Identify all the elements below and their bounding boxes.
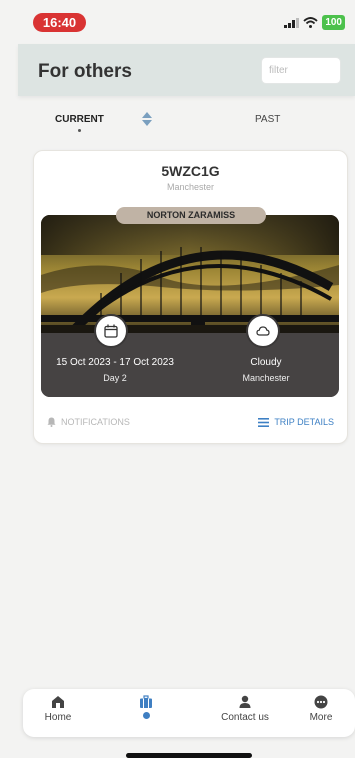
- weather-badge: [246, 314, 280, 348]
- tab-current[interactable]: CURRENT: [55, 114, 104, 125]
- nav-contact-us[interactable]: Contact us: [207, 695, 283, 723]
- status-time: 16:40: [33, 13, 86, 32]
- notifications-label: NOTIFICATIONS: [61, 417, 130, 427]
- page-header: For others: [18, 44, 355, 96]
- trip-card[interactable]: 5WZC1G Manchester NORTON ZARAMISS 15 Oct…: [33, 150, 348, 444]
- active-tab-indicator: [78, 129, 81, 132]
- bottom-navigation: Home Contact us More: [23, 689, 355, 737]
- sort-icon[interactable]: [141, 111, 153, 127]
- signal-icon: [284, 17, 300, 28]
- suitcase-icon: [140, 695, 152, 708]
- destination-photo: [41, 215, 339, 397]
- cloud-icon: [256, 326, 270, 336]
- wifi-icon: [303, 17, 318, 28]
- status-bar: 16:40 100: [0, 0, 355, 44]
- weather-condition: Cloudy: [250, 357, 282, 368]
- nav-trips[interactable]: [122, 695, 170, 719]
- nav-home[interactable]: Home: [34, 695, 82, 723]
- trip-dates: 15 Oct 2023 - 17 Oct 2023: [56, 357, 174, 368]
- status-icons: 100: [284, 15, 345, 30]
- trip-city: Manchester: [166, 182, 215, 192]
- booking-code: 5WZC1G: [161, 163, 220, 179]
- trip-tabs: CURRENT PAST: [18, 110, 355, 140]
- traveler-name-badge: NORTON ZARAMISS: [116, 207, 266, 224]
- dates-badge: [94, 314, 128, 348]
- active-nav-dot: [142, 712, 150, 719]
- home-indicator: [126, 753, 252, 758]
- trip-day: Day 2: [103, 373, 127, 383]
- weather-city: Manchester: [242, 373, 290, 383]
- trip-details-button[interactable]: TRIP DETAILS: [258, 417, 334, 427]
- person-icon: [239, 695, 251, 708]
- filter-input[interactable]: [261, 57, 341, 84]
- bridge-image: [41, 215, 339, 397]
- home-icon: [52, 696, 64, 708]
- calendar-icon: [104, 324, 118, 338]
- list-icon: [258, 417, 270, 427]
- nav-more[interactable]: More: [298, 695, 344, 723]
- trip-details-label: TRIP DETAILS: [274, 417, 334, 427]
- bell-icon: [47, 417, 56, 427]
- nav-more-label: More: [309, 712, 333, 723]
- nav-contact-label: Contact us: [221, 712, 269, 723]
- battery-indicator: 100: [322, 15, 345, 30]
- nav-home-label: Home: [44, 712, 72, 723]
- notifications-button[interactable]: NOTIFICATIONS: [47, 417, 130, 427]
- page-title: For others: [38, 61, 132, 82]
- tab-past[interactable]: PAST: [255, 114, 280, 125]
- more-icon: [314, 695, 328, 709]
